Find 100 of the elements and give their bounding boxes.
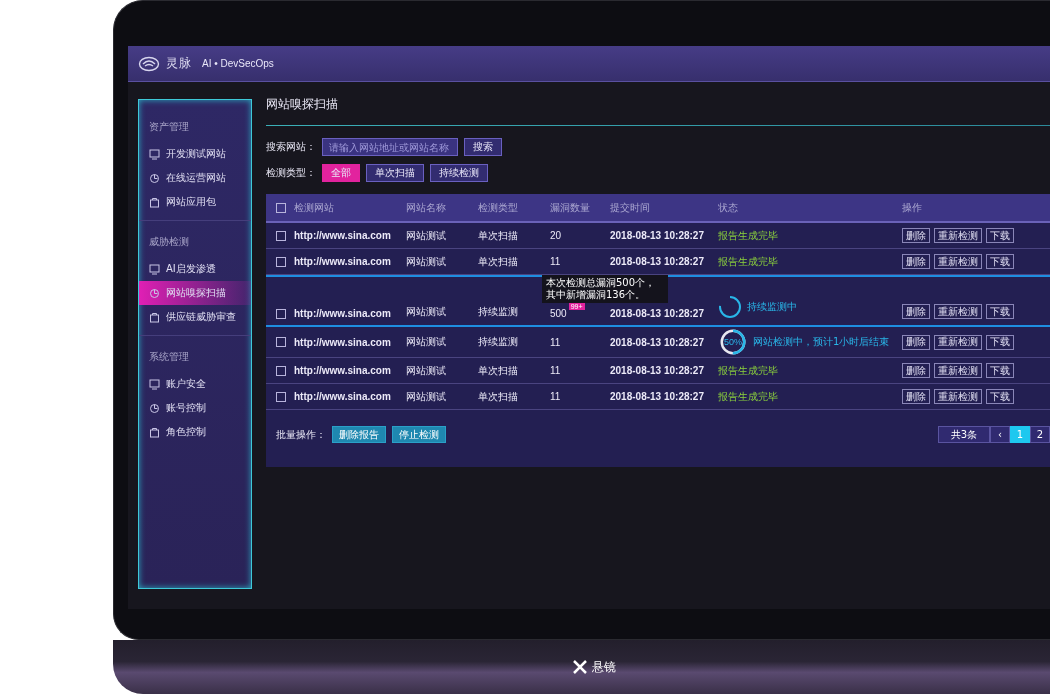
action-button[interactable]: 删除 [902,363,930,378]
sidebar-item[interactable]: 在线运营网站 [139,166,251,190]
table-cell-text: 持续监测 [478,305,519,319]
checkbox[interactable] [276,309,286,319]
action-button[interactable]: 下载 [986,254,1014,269]
action-button[interactable]: 删除 [902,228,930,243]
filter-button[interactable]: 持续检测 [430,164,488,182]
action-button[interactable]: 删除 [902,304,930,319]
sidebar-item[interactable]: 账号控制 [139,396,251,420]
page-button[interactable]: 2 [1030,426,1050,443]
checkbox[interactable] [276,256,286,267]
sidebar-group-title: 威胁检测 [148,235,190,249]
status-text: 报告生成完毕 [718,228,778,243]
action-button[interactable]: 重新检测 [934,334,982,350]
table-cell-text: 网站测试 [406,335,447,349]
sidebar-group-title: 资产管理 [148,120,190,134]
action-button[interactable]: 下载 [986,389,1014,404]
filter-button[interactable]: 全部 [322,164,360,182]
action-button[interactable]: 删除 [902,254,930,269]
status-text: 网站检测中，预计1小时后结束 [753,335,890,349]
column-header: 网站名称 [406,200,447,215]
action-button[interactable]: 下载 [986,334,1014,350]
action-button[interactable]: 重新检测 [934,254,982,269]
table-cell-text: 2018-08-13 10:28:27 [610,256,705,267]
sidebar-item[interactable]: AI启发渗透 [139,257,251,281]
brand-logo: 灵脉 [166,55,192,72]
page-title: 网站嗅探扫描 [266,96,339,113]
batch-button[interactable]: 停止检测 [392,426,446,443]
checkbox[interactable] [276,230,286,241]
product-name: AI • DevSecOps [202,58,274,69]
action-button[interactable]: 下载 [986,228,1014,243]
table-cell-text: 单次扫描 [478,254,519,269]
table-cell-text: 网站测试 [406,305,447,319]
search-field[interactable]: 请输入网站地址或网站名称 [322,138,458,156]
search-label: 搜索网站： [266,140,316,154]
progress-ring: 50% [718,327,748,357]
table-cell: 11 [550,336,561,348]
sidebar-item[interactable]: 账户安全 [139,372,251,396]
column-header: 检测类型 [478,200,519,215]
column-header: 提交时间 [610,200,651,215]
action-button[interactable]: 重新检测 [934,228,982,243]
table-cell-text: 单次扫描 [478,389,519,404]
table-cell-text: 网站测试 [406,389,447,404]
action-button[interactable]: 删除 [902,389,930,404]
table-cell-text: 网站测试 [406,228,447,243]
status-text: 报告生成完毕 [718,254,778,269]
table-cell-text: 2018-08-13 10:28:27 [610,230,705,241]
action-button[interactable]: 下载 [986,304,1014,319]
logo-icon [573,660,587,674]
table-cell-text: http://www.sina.com [294,391,392,402]
filter-label: 检测类型： [266,166,316,180]
checkbox[interactable] [276,202,286,213]
sidebar-item[interactable]: 供应链威胁审查 [139,305,251,329]
table-cell-text: 2018-08-13 10:28:27 [610,308,705,319]
filter-button[interactable]: 单次扫描 [366,164,424,182]
table-cell: 11 [550,365,561,376]
table-cell: 500 [550,308,567,319]
spinner-icon [718,295,742,319]
table-cell: 11 [550,256,561,267]
column-header: 操作 [902,200,923,215]
monitor-icon [149,148,160,160]
action-button[interactable]: 删除 [902,334,930,350]
search-button[interactable]: 搜索 [464,138,502,156]
table-cell-text: http://www.sina.com [294,230,392,241]
action-button[interactable]: 下载 [986,363,1014,378]
action-button[interactable]: 重新检测 [934,363,982,378]
table-cell-text: 2018-08-13 10:28:27 [610,365,705,376]
sidebar-item[interactable]: 角色控制 [139,420,251,444]
table-cell: 11 [550,391,561,402]
table-cell-text: http://www.sina.com [294,308,392,319]
checkbox[interactable] [276,365,286,376]
column-header: 状态 [718,200,739,215]
table-cell-text: 2018-08-13 10:28:27 [610,336,705,348]
batch-button[interactable]: 删除报告 [332,426,386,443]
logo-icon [138,55,160,72]
sidebar-group-title: 系统管理 [148,350,190,364]
status-text: 报告生成完毕 [718,363,778,378]
prev-page-button[interactable]: ‹ [990,426,1010,443]
sidebar-item[interactable]: 开发测试网站 [139,142,251,166]
total-count: 共3条 [937,426,990,443]
sidebar-item[interactable]: 网站嗅探扫描 [139,281,251,305]
action-button[interactable]: 重新检测 [934,304,982,319]
table-cell-text: 网站测试 [406,363,447,378]
table-cell-text: 2018-08-13 10:28:27 [610,391,705,402]
table-cell-text: 持续监测 [478,335,519,349]
table-cell: 20 [550,230,562,241]
table-cell-text: http://www.sina.com [294,256,392,267]
batch-label: 批量操作： [276,427,326,442]
table-cell-text: 网站测试 [406,254,447,269]
table-cell-text: 单次扫描 [478,363,519,378]
column-header: 漏洞数量 [550,200,591,215]
tooltip: 本次检测总漏洞500个，其中新增漏洞136个。 [542,275,668,303]
checkbox[interactable] [276,391,286,402]
sidebar-item[interactable]: 网站应用包 [139,190,251,214]
checkbox[interactable] [276,337,286,347]
table-cell-text: 单次扫描 [478,228,519,243]
table-cell-text: http://www.sina.com [294,365,392,376]
brand-logo: 悬镜 [592,658,616,676]
table-cell-text: http://www.sina.com [294,336,392,348]
action-button[interactable]: 重新检测 [934,389,982,404]
